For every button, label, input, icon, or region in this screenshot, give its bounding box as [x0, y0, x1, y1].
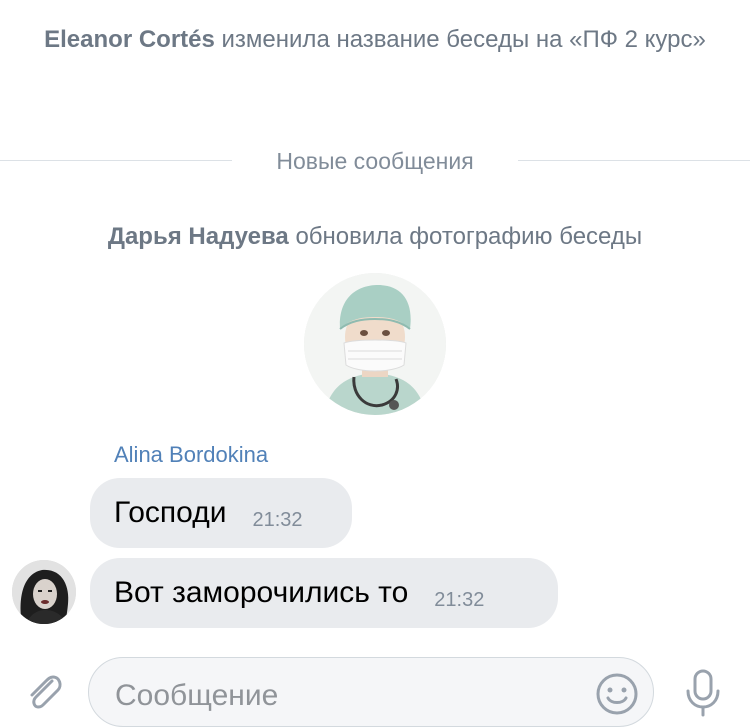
microphone-icon[interactable] [680, 667, 726, 717]
message-input[interactable]: Сообщение [88, 657, 654, 727]
message-bubble[interactable]: Господи 21:32 [90, 478, 352, 548]
service-message-rename: Eleanor Cortés изменила название беседы … [0, 24, 750, 56]
service-actor-name[interactable]: Eleanor Cortés [44, 26, 215, 53]
message-input-placeholder: Сообщение [115, 679, 279, 712]
new-messages-label: Новые сообщения [276, 148, 474, 174]
service-message-photo: Дарья Надуева обновила фотографию беседы [0, 221, 750, 253]
message-time: 21:32 [434, 588, 485, 611]
service-actor-name[interactable]: Дарья Надуева [108, 223, 289, 250]
message-text: Вот заморочились то [114, 576, 409, 609]
message-composer: Сообщение [0, 645, 750, 727]
message-bubble[interactable]: Вот заморочились то 21:32 [90, 558, 558, 628]
message-text: Господи [114, 496, 227, 529]
emoji-icon[interactable] [594, 671, 640, 717]
conversation-photo[interactable] [304, 273, 446, 415]
message-sender-name[interactable]: Alina Bordokina [114, 441, 268, 469]
divider-line-right [518, 160, 750, 161]
attach-icon[interactable] [22, 669, 66, 713]
message-time: 21:32 [252, 508, 303, 531]
service-action-text: обновила фотографию беседы [295, 223, 643, 250]
sender-avatar[interactable] [12, 560, 76, 624]
new-messages-divider: Новые сообщения [0, 146, 750, 176]
service-action-text: изменила название беседы на «ПФ 2 курс» [221, 26, 706, 53]
